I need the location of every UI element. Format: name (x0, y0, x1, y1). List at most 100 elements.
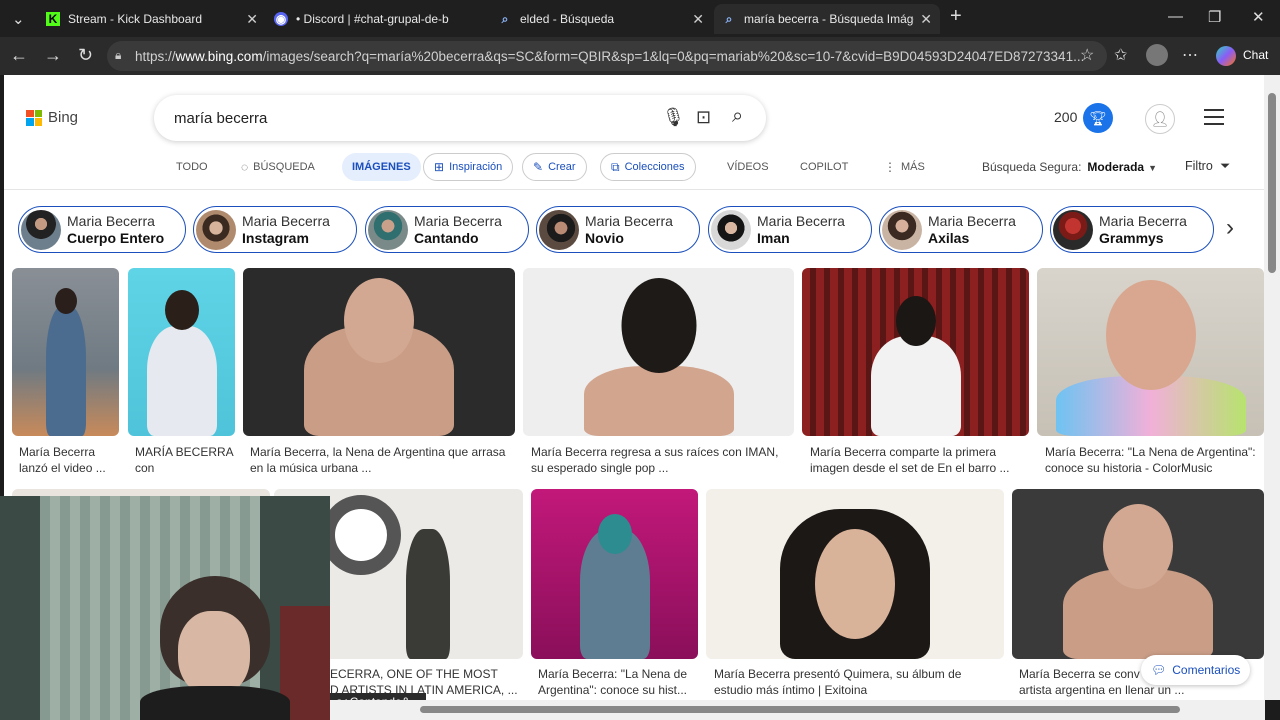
nav-inspiracion[interactable]: ⊞ Inspiración (423, 153, 514, 181)
nav-videos[interactable]: VÍDEOS (727, 153, 769, 181)
chip-thumbnail (882, 209, 922, 250)
close-icon[interactable]: ✕ (920, 11, 932, 28)
result-caption[interactable]: María Becerra: "La Nena de Argentina": c… (1045, 444, 1260, 478)
search-icon[interactable]: ⌕ (732, 105, 743, 128)
account-icon[interactable]: 👤︎ (1145, 104, 1175, 134)
chip-thumbnail (711, 209, 751, 250)
chip-cantando[interactable]: Maria Becerra Cantando (365, 206, 529, 253)
nav-todo-label: TODO (176, 161, 208, 173)
nav-copilot-label: COPILOT (800, 161, 849, 173)
bing-logo[interactable]: Bing (26, 109, 78, 126)
vertical-scrollbar[interactable] (1264, 75, 1280, 700)
result-image[interactable] (523, 268, 794, 436)
visual-search-icon[interactable]: ⊡ (696, 107, 711, 128)
safe-search-label: Búsqueda Segura: (982, 160, 1082, 174)
minimize-icon[interactable]: — (1168, 8, 1183, 25)
chip-iman[interactable]: Maria Becerra Iman (708, 206, 872, 253)
result-caption[interactable]: María Becerra comparte la primera imagen… (810, 444, 1025, 478)
refresh-icon[interactable]: ↻ (78, 45, 93, 66)
tab-label: maría becerra - Búsqueda Imágen (744, 12, 915, 26)
nav-crear[interactable]: ✎ Crear (522, 153, 587, 181)
result-image[interactable] (802, 268, 1029, 436)
url-domain: www.bing.com (175, 48, 263, 64)
figure-shape (406, 529, 451, 659)
result-caption[interactable]: María Becerra, la Nena de Argentina que … (250, 444, 512, 478)
chat-label[interactable]: Chat (1243, 48, 1268, 62)
result-image[interactable] (243, 268, 515, 436)
nav-mas[interactable]: ⋮ MÁS (884, 153, 925, 181)
safe-search-selector[interactable]: Búsqueda Segura: Moderada ▼ (982, 160, 1157, 174)
figure-shape (45, 306, 86, 436)
nav-busqueda[interactable]: ◌ BÚSQUEDA (241, 153, 315, 181)
horizontal-scrollbar[interactable] (330, 700, 1265, 720)
new-tab-icon[interactable]: + (950, 5, 962, 28)
microphone-icon[interactable]: 🎙︎ (662, 107, 685, 128)
result-image[interactable] (1037, 268, 1264, 436)
search-input[interactable] (174, 108, 634, 128)
chip-grammys[interactable]: Maria Becerra Grammys (1050, 206, 1214, 253)
nav-copilot[interactable]: COPILOT (800, 153, 848, 181)
figure-shape (870, 336, 961, 436)
hamburger-menu-icon[interactable] (1204, 109, 1224, 130)
chip-line2: Grammys (1099, 229, 1164, 246)
nav-colecciones[interactable]: ⧉ Colecciones (600, 153, 696, 181)
nav-imagenes-label: IMÁGENES (352, 161, 411, 173)
result-caption[interactable]: María Becerra presentó Quimera, su álbum… (714, 666, 999, 700)
filter-funnel-icon: ⏷ (1220, 159, 1231, 173)
scrollbar-thumb[interactable] (420, 706, 1180, 713)
figure-shape (146, 326, 217, 436)
tab-menu-chevron-icon[interactable]: ⌄ (12, 10, 25, 28)
feedback-button[interactable]: 💬︎ Comentarios (1141, 655, 1251, 685)
head-shape (815, 529, 895, 639)
rewards-trophy-icon[interactable]: 🏆︎ (1083, 103, 1113, 133)
chip-novio[interactable]: Maria Becerra Novio (536, 206, 700, 253)
tab-elded[interactable]: ⌕ elded - Búsqueda ✕ (490, 4, 712, 34)
nav-todo[interactable]: TODO (176, 153, 208, 181)
result-caption[interactable]: MARÍA BECERRA con (135, 444, 235, 478)
favorite-star-icon[interactable]: ☆ (1080, 45, 1094, 65)
filter-button[interactable]: Filtro ⏷ (1185, 159, 1230, 174)
chip-cuerpo-entero[interactable]: Maria Becerra Cuerpo Entero (18, 206, 186, 253)
more-icon[interactable]: ⋯ (1182, 45, 1198, 65)
scrollbar-thumb[interactable] (1268, 93, 1276, 273)
copilot-icon[interactable] (1216, 46, 1236, 66)
forward-icon[interactable]: → (44, 45, 62, 66)
chip-axilas[interactable]: Maria Becerra Axilas (879, 206, 1043, 253)
tab-discord[interactable]: ◉ • Discord | #chat-grupal-de-b (266, 4, 488, 34)
tab-kick[interactable]: K Stream - Kick Dashboard ✕ (38, 4, 266, 34)
favorites-icon[interactable]: ✩ (1114, 45, 1127, 65)
result-image[interactable] (531, 489, 698, 659)
warner-logo-shape (321, 495, 402, 575)
tab-label: Stream - Kick Dashboard (68, 12, 203, 26)
result-caption[interactable]: María Becerra: "La Nena de Argentina": c… (538, 666, 698, 700)
result-image[interactable] (128, 268, 235, 436)
nav-imagenes[interactable]: IMÁGENES (342, 153, 421, 181)
chevron-right-icon[interactable]: › (1226, 214, 1234, 242)
person-face-shape (178, 611, 250, 696)
result-image[interactable] (1012, 489, 1264, 659)
result-image[interactable] (12, 268, 119, 436)
chip-instagram[interactable]: Maria Becerra Instagram (193, 206, 357, 253)
rewards-points[interactable]: 200 (1054, 109, 1077, 125)
close-icon[interactable]: ✕ (246, 11, 258, 28)
tab-maria-becerra[interactable]: ⌕ maría becerra - Búsqueda Imágen ✕ (714, 4, 940, 34)
nav-divider (4, 189, 1264, 190)
maximize-icon[interactable]: ❐ (1208, 8, 1221, 26)
close-icon[interactable]: ✕ (692, 11, 704, 28)
nav-colecciones-label: Colecciones (624, 161, 685, 173)
result-image[interactable] (706, 489, 1004, 659)
nav-videos-label: VÍDEOS (727, 161, 769, 173)
window-close-icon[interactable]: ✕ (1252, 8, 1265, 26)
comment-icon: 💬︎ (1151, 663, 1167, 677)
head-shape (54, 288, 77, 314)
result-caption[interactable]: María Becerra lanzó el video ... (19, 444, 119, 478)
filter-label: Filtro (1185, 159, 1213, 173)
result-caption[interactable]: María Becerra regresa a sus raíces con I… (531, 444, 789, 478)
url-field[interactable]: 🔒︎ https://www.bing.com/images/search?q=… (107, 41, 1107, 71)
head-shape (164, 290, 199, 330)
search-icon: ⌕ (501, 11, 509, 26)
back-icon[interactable]: ← (10, 45, 28, 66)
copilot-search-icon: ◌ (241, 160, 249, 174)
profile-avatar[interactable] (1146, 44, 1168, 66)
head-shape (597, 514, 632, 554)
